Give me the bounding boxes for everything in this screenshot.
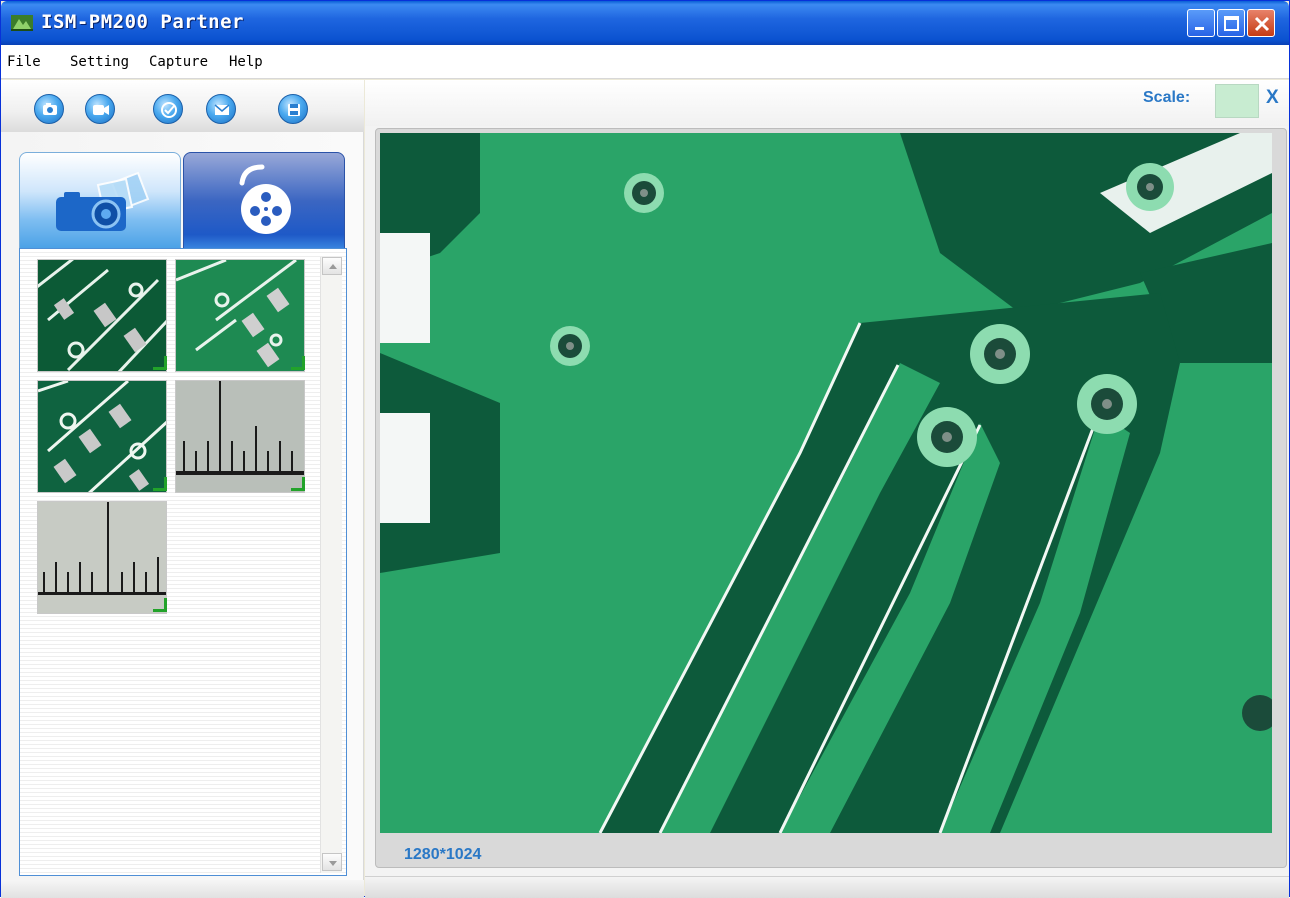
left-status-bar (1, 880, 364, 898)
title-bar[interactable]: ISM-PM200 Partner (1, 1, 1289, 45)
save-icon (288, 104, 300, 116)
tab-video[interactable] (183, 152, 345, 250)
thumbnail-selection-corner (291, 477, 305, 491)
email-button[interactable] (206, 94, 236, 124)
menu-file[interactable]: File (7, 54, 41, 70)
thumbnail-5[interactable] (37, 501, 167, 614)
mail-icon (214, 104, 230, 115)
app-icon (11, 13, 33, 33)
menu-help[interactable]: Help (229, 54, 263, 70)
tab-photo[interactable] (19, 152, 181, 250)
thumbnail-1[interactable] (37, 259, 167, 372)
viewer-frame: 1280*1024 (375, 128, 1287, 868)
maximize-button[interactable] (1217, 9, 1245, 37)
live-preview-image[interactable] (380, 133, 1272, 833)
menu-setting[interactable]: Setting (70, 54, 129, 70)
scale-bar: Scale: X (365, 80, 1289, 126)
video-icon (93, 105, 109, 115)
scale-close-button[interactable]: X (1266, 87, 1279, 109)
check-icon (161, 102, 177, 118)
measure-button[interactable] (153, 94, 183, 124)
film-reel-icon (239, 164, 291, 234)
toolbar (1, 80, 364, 132)
save-button[interactable] (278, 94, 308, 124)
window-title: ISM-PM200 Partner (41, 11, 244, 33)
thumbnail-list (19, 248, 347, 876)
app-window: ISM-PM200 Partner File Setting Capture H… (0, 0, 1290, 898)
thumbnail-selection-corner (153, 598, 167, 612)
video-record-button[interactable] (85, 94, 115, 124)
camera-icon (56, 171, 150, 231)
thumbnail-selection-corner (153, 477, 167, 491)
thumbnail-selection-corner (153, 356, 167, 370)
thumbnail-3[interactable] (37, 380, 167, 493)
close-button[interactable] (1247, 9, 1275, 37)
menu-bar: File Setting Capture Help (1, 45, 1289, 79)
preview-area: Scale: X 1280*1024 (365, 80, 1289, 898)
thumbnail-4[interactable] (175, 380, 305, 493)
left-panel (1, 80, 364, 898)
minimize-button[interactable] (1187, 9, 1215, 37)
thumbnail-selection-corner (291, 356, 305, 370)
menu-capture[interactable]: Capture (149, 54, 208, 70)
scroll-up-arrow[interactable] (322, 257, 342, 275)
thumbnail-2[interactable] (175, 259, 305, 372)
resolution-label: 1280*1024 (404, 846, 482, 863)
camera-button[interactable] (34, 94, 64, 124)
scale-color-swatch[interactable] (1215, 84, 1259, 118)
thumbnail-scrollbar[interactable] (320, 257, 342, 873)
status-bar (365, 876, 1289, 898)
capture-tabs (19, 152, 347, 250)
scroll-down-arrow[interactable] (322, 853, 342, 871)
scale-label: Scale: (1143, 89, 1191, 106)
camera-icon (43, 103, 57, 115)
